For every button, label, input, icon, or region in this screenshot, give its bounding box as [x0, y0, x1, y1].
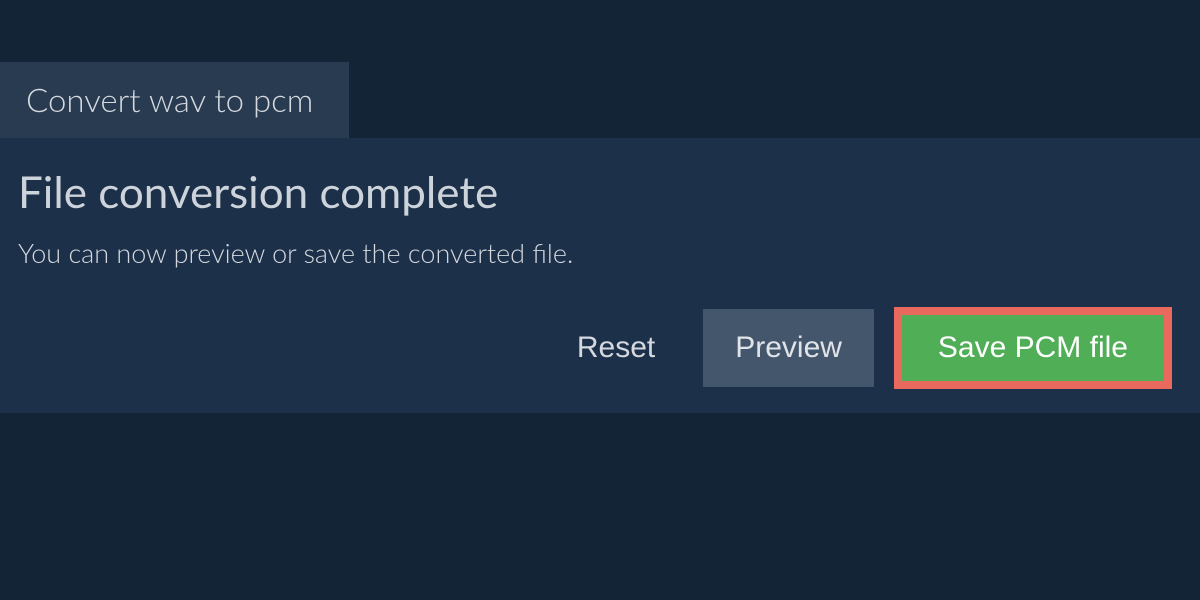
conversion-panel: File conversion complete You can now pre… — [0, 138, 1200, 413]
conversion-subtext: You can now preview or save the converte… — [18, 236, 1182, 269]
save-pcm-button[interactable]: Save PCM file — [894, 307, 1172, 389]
tab-bar: Convert wav to pcm — [0, 0, 1200, 138]
action-button-row: Reset Preview Save PCM file — [18, 307, 1182, 389]
tab-convert-wav-to-pcm[interactable]: Convert wav to pcm — [0, 62, 349, 138]
preview-button[interactable]: Preview — [703, 309, 874, 387]
tab-label: Convert wav to pcm — [26, 80, 313, 120]
conversion-heading: File conversion complete — [18, 166, 1182, 218]
reset-button[interactable]: Reset — [549, 313, 683, 383]
